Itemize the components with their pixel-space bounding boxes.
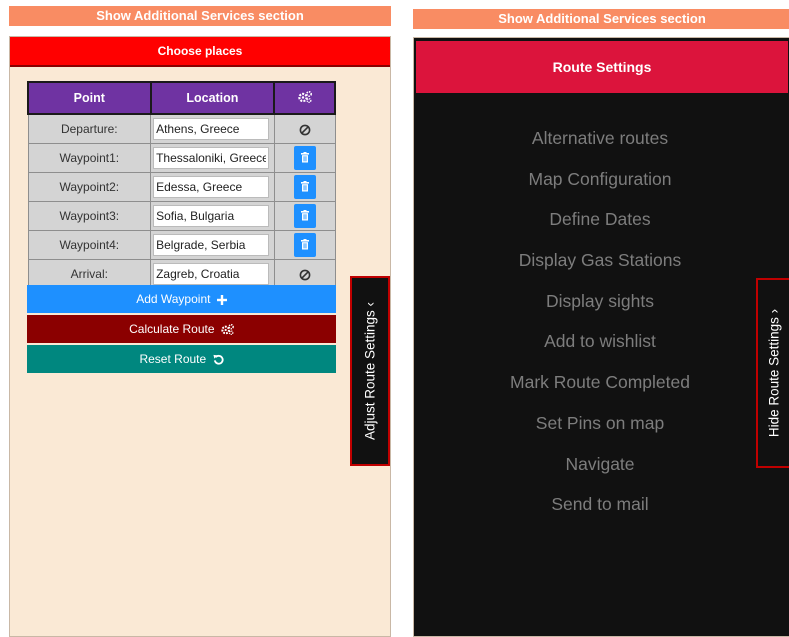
table-row: Waypoint1:	[27, 143, 336, 173]
trash-icon	[300, 239, 309, 250]
delete-waypoint-button[interactable]	[293, 146, 316, 170]
action-cell	[273, 113, 336, 144]
menu-item-navigate[interactable]: Navigate	[414, 452, 786, 476]
route-settings-panel: Route Settings Alternative routes Map Co…	[413, 37, 789, 637]
table-row: Departure:	[27, 113, 336, 144]
menu-item-map-configuration[interactable]: Map Configuration	[414, 167, 786, 191]
hide-route-settings-tab[interactable]: Hide Route Settings ›	[756, 278, 789, 468]
menu-item-display-gas-stations[interactable]: Display Gas Stations	[414, 248, 786, 272]
point-label: Waypoint3:	[27, 201, 152, 231]
delete-waypoint-button[interactable]	[293, 233, 316, 257]
calculate-route-label: Calculate Route	[129, 322, 215, 336]
location-cell	[150, 113, 275, 144]
location-input[interactable]	[153, 176, 270, 198]
adjust-route-settings-tab[interactable]: Adjust Route Settings ‹	[350, 276, 390, 466]
choose-places-header: Choose places	[10, 37, 390, 67]
menu-item-define-dates[interactable]: Define Dates	[414, 207, 786, 231]
show-services-banner-right[interactable]: Show Additional Services section	[413, 9, 789, 29]
actions-column-header	[273, 81, 336, 115]
table-row: Waypoint4:	[27, 230, 336, 260]
reset-route-label: Reset Route	[139, 352, 207, 366]
block-icon	[299, 269, 310, 281]
point-label: Waypoint4:	[27, 230, 152, 260]
action-cell	[273, 143, 336, 173]
action-cell	[273, 230, 336, 260]
trash-icon	[300, 181, 309, 192]
menu-item-set-pins-on-map[interactable]: Set Pins on map	[414, 411, 786, 435]
point-column-header: Point	[27, 81, 152, 115]
add-waypoint-button[interactable]: Add Waypoint	[27, 285, 336, 313]
action-cell	[273, 201, 336, 231]
gears-icon	[297, 90, 312, 103]
menu-item-alternative-routes[interactable]: Alternative routes	[414, 126, 786, 150]
location-input[interactable]	[153, 234, 270, 256]
menu-item-display-sights[interactable]: Display sights	[414, 289, 786, 313]
location-input[interactable]	[153, 263, 270, 285]
places-table: Point Location Departure: Athens, Greece…	[27, 81, 336, 289]
delete-waypoint-button[interactable]	[293, 204, 316, 228]
table-row: Waypoint3:	[27, 201, 336, 231]
location-input[interactable]	[153, 118, 270, 140]
location-cell	[150, 201, 275, 231]
menu-item-send-to-mail[interactable]: Send to mail	[414, 492, 786, 516]
delete-waypoint-button[interactable]	[293, 175, 316, 199]
calculate-route-button[interactable]: Calculate Route	[27, 315, 336, 343]
route-settings-header: Route Settings	[416, 41, 788, 93]
table-header-row: Point Location	[27, 81, 336, 115]
adjust-route-settings-label: Adjust Route Settings ‹	[362, 301, 378, 441]
table-row: Waypoint2:	[27, 172, 336, 202]
show-services-banner-left[interactable]: Show Additional Services section	[9, 6, 391, 26]
choose-places-panel: Choose places Point Location Departure:	[9, 36, 391, 637]
reset-route-button[interactable]: Reset Route	[27, 345, 336, 373]
location-cell	[150, 230, 275, 260]
location-input[interactable]	[153, 205, 270, 227]
menu-item-add-to-wishlist[interactable]: Add to wishlist	[414, 329, 786, 353]
point-label: Waypoint1:	[27, 143, 152, 173]
location-cell	[150, 143, 275, 173]
add-waypoint-label: Add Waypoint	[136, 292, 211, 306]
trash-icon	[300, 210, 309, 221]
gears-icon	[221, 324, 234, 336]
location-cell	[150, 172, 275, 202]
plus-icon	[216, 294, 227, 305]
undo-icon	[212, 355, 224, 365]
location-input[interactable]	[153, 147, 270, 169]
action-cell	[273, 172, 336, 202]
point-label: Departure:	[27, 113, 152, 144]
block-icon	[299, 124, 310, 136]
trash-icon	[300, 152, 309, 163]
location-column-header: Location	[149, 81, 276, 115]
hide-route-settings-label: Hide Route Settings ›	[766, 308, 781, 438]
point-label: Waypoint2:	[27, 172, 152, 202]
menu-item-mark-route-completed[interactable]: Mark Route Completed	[414, 370, 786, 394]
